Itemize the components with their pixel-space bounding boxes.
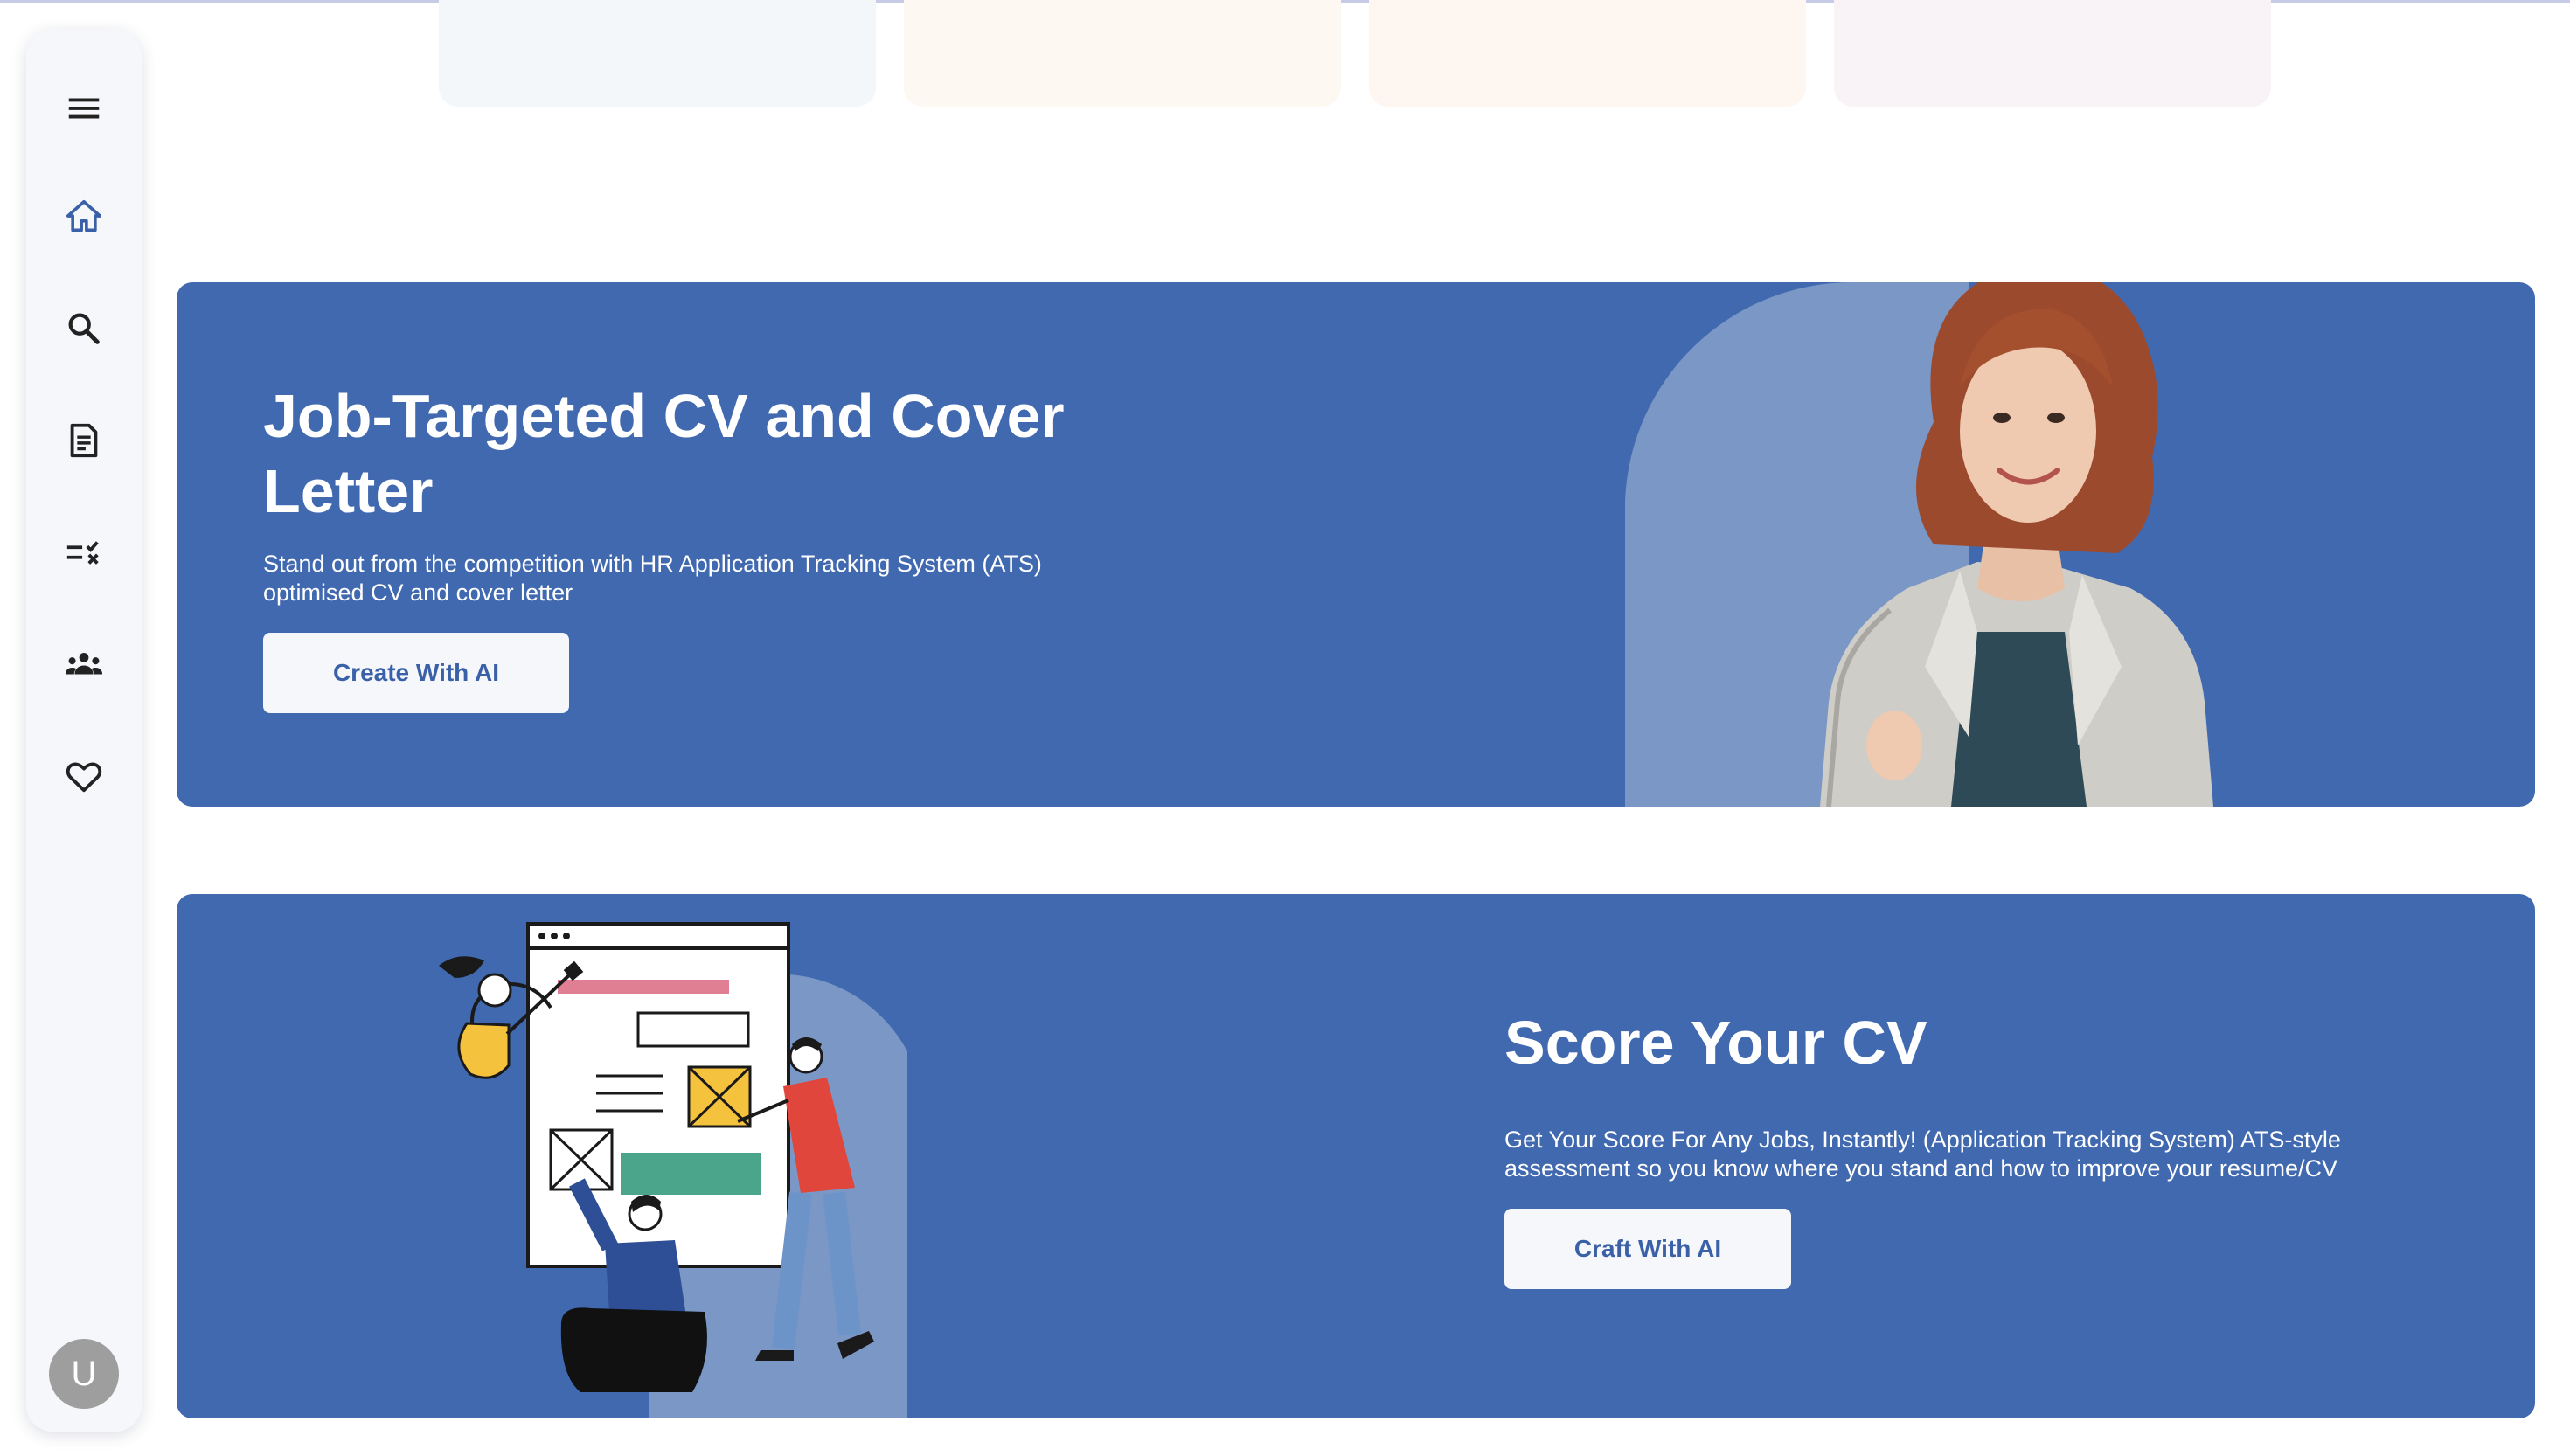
home-icon <box>66 199 102 232</box>
banner-description: Get Your Score For Any Jobs, Instantly! … <box>1504 1127 2341 1182</box>
document-icon <box>70 423 98 458</box>
score-cv-banner: Score Your CV Get Your Score For Any Job… <box>177 894 2535 1418</box>
team-illustration <box>439 922 907 1418</box>
menu-icon <box>68 98 100 119</box>
craft-with-ai-button[interactable]: Craft With AI <box>1504 1209 1791 1289</box>
sidebar-item-community[interactable] <box>58 638 110 690</box>
summary-card-3[interactable] <box>1369 0 1806 107</box>
group-icon <box>65 652 103 675</box>
menu-button[interactable] <box>58 82 110 135</box>
banner-title: Score Your CV <box>1504 1009 1928 1077</box>
sidebar-item-documents[interactable] <box>58 414 110 467</box>
summary-card-2[interactable] <box>904 0 1341 107</box>
woman-photo <box>1625 282 2213 807</box>
summary-card-1[interactable] <box>439 0 876 107</box>
summary-card-4[interactable] <box>1834 0 2271 107</box>
user-avatar[interactable]: U <box>49 1339 119 1409</box>
checklist-icon <box>66 541 99 565</box>
sidebar-item-search[interactable] <box>58 302 110 355</box>
cv-cover-letter-banner: Job-Targeted CV and Cover Letter Stand o… <box>177 282 2535 807</box>
search-icon <box>68 313 100 344</box>
sidebar-item-favorites[interactable] <box>58 750 110 802</box>
sidebar-item-checklist[interactable] <box>58 526 110 579</box>
sidebar: U <box>26 30 142 1432</box>
heart-icon <box>66 762 102 793</box>
sidebar-item-home[interactable] <box>58 191 110 243</box>
